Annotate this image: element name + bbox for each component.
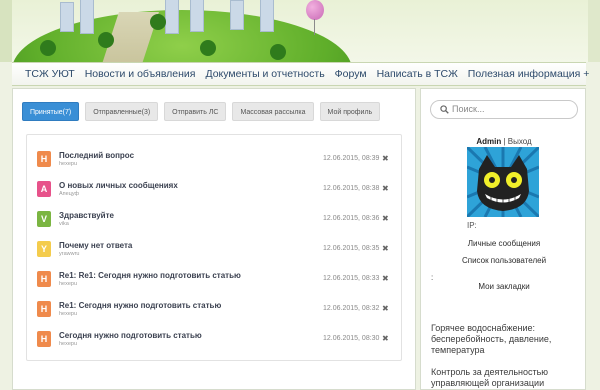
search-placeholder: Поиск... xyxy=(452,104,485,114)
sender-avatar: Н xyxy=(37,271,51,287)
nav-item-documents[interactable]: Документы и отчетность xyxy=(200,68,329,80)
banner-balloon-string xyxy=(314,19,315,35)
message-author: vika xyxy=(59,221,69,227)
message-author: Апецуф xyxy=(59,191,80,197)
banner-building xyxy=(60,2,74,32)
message-subject[interactable]: Re1: Re1: Сегодня нужно подготовить стат… xyxy=(59,271,241,280)
message-row[interactable]: Н Сегодня нужно подготовить статью hexep… xyxy=(37,331,393,351)
message-author: hexepu xyxy=(59,341,78,347)
header-banner xyxy=(0,0,600,62)
banner-balloon xyxy=(306,0,324,20)
tab-sent[interactable]: Отправленные(3) xyxy=(85,102,159,121)
message-subject[interactable]: Сегодня нужно подготовить статью xyxy=(59,331,202,340)
message-row[interactable]: Н Re1: Re1: Сегодня нужно подготовить ст… xyxy=(37,271,393,291)
sender-avatar: Н xyxy=(37,301,51,317)
sender-avatar: Н xyxy=(37,151,51,167)
nav-item-forum[interactable]: Форум xyxy=(330,68,372,80)
sender-avatar: А xyxy=(37,181,51,197)
message-date: 12.06.2015, 08:36 xyxy=(323,215,380,222)
delete-icon[interactable]: ✖ xyxy=(382,214,390,224)
colon-label: : xyxy=(431,273,434,282)
message-tabs: Принятые(7) Отправленные(3) Отправить ЛС… xyxy=(22,102,381,121)
message-subject[interactable]: Почему нет ответа xyxy=(59,241,132,250)
banner-tree xyxy=(150,14,166,30)
delete-icon[interactable]: ✖ xyxy=(382,244,390,254)
delete-icon[interactable]: ✖ xyxy=(382,274,390,284)
main-nav: ТСЖ УЮТ Новости и объявления Документы и… xyxy=(12,62,589,86)
user-avatar[interactable] xyxy=(467,147,539,217)
message-row[interactable]: Y Почему нет ответа yrawwru 12.06.2015, … xyxy=(37,241,393,261)
message-row[interactable]: Н Последний вопрос hexepu 12.06.2015, 08… xyxy=(37,151,393,171)
message-date: 12.06.2015, 08:32 xyxy=(323,305,380,312)
message-date: 12.06.2015, 08:35 xyxy=(323,245,380,252)
message-date: 12.06.2015, 08:38 xyxy=(323,185,380,192)
delete-icon[interactable]: ✖ xyxy=(382,334,390,344)
message-date: 12.06.2015, 08:30 xyxy=(323,335,380,342)
tab-my-profile[interactable]: Мой профиль xyxy=(319,102,381,121)
cat-avatar-image xyxy=(467,147,539,217)
message-row[interactable]: А О новых личных сообщениях Апецуф 12.06… xyxy=(37,181,393,201)
message-date: 12.06.2015, 08:39 xyxy=(323,155,380,162)
search-input[interactable]: Поиск... xyxy=(430,100,578,119)
message-subject[interactable]: Последний вопрос xyxy=(59,151,134,160)
tab-inbox[interactable]: Принятые(7) xyxy=(22,102,80,121)
sender-avatar: V xyxy=(37,211,51,227)
banner-building xyxy=(165,0,179,34)
nav-item-useful-info[interactable]: Полезная информация + xyxy=(463,68,595,80)
user-list-link[interactable]: Список пользователей xyxy=(421,256,587,265)
username[interactable]: Admin xyxy=(476,137,501,146)
nav-item-write[interactable]: Написать в ТСЖ xyxy=(372,68,463,80)
delete-icon[interactable]: ✖ xyxy=(382,154,390,164)
tab-send-message[interactable]: Отправить ЛС xyxy=(164,102,227,121)
sidebar: Поиск... Admin | Выход IP: Личные сообще… xyxy=(420,88,586,390)
message-author: yrawwru xyxy=(59,251,80,257)
banner-right-edge xyxy=(588,0,600,62)
banner-left-edge xyxy=(0,0,12,62)
message-list: Н Последний вопрос hexepu 12.06.2015, 08… xyxy=(26,134,402,361)
logout-link[interactable]: Выход xyxy=(508,137,532,146)
message-row[interactable]: V Здравствуйте vika 12.06.2015, 08:36 ✖ xyxy=(37,211,393,231)
message-author: hexepu xyxy=(59,311,78,317)
delete-icon[interactable]: ✖ xyxy=(382,304,390,314)
message-subject[interactable]: Здравствуйте xyxy=(59,211,114,220)
separator: | xyxy=(503,137,506,146)
message-date: 12.06.2015, 08:33 xyxy=(323,275,380,282)
messages-panel: Принятые(7) Отправленные(3) Отправить ЛС… xyxy=(12,88,416,390)
message-author: hexepu xyxy=(59,161,78,167)
nav-item-news[interactable]: Новости и объявления xyxy=(80,68,201,80)
banner-tree xyxy=(98,32,114,48)
delete-icon[interactable]: ✖ xyxy=(382,184,390,194)
tab-mass-mailing[interactable]: Массовая рассылка xyxy=(232,102,314,121)
message-subject[interactable]: О новых личных сообщениях xyxy=(59,181,178,190)
user-line: Admin | Выход xyxy=(421,137,587,146)
message-subject[interactable]: Re1: Сегодня нужно подготовить статью xyxy=(59,301,221,310)
banner-building xyxy=(260,0,274,32)
search-icon xyxy=(440,105,449,114)
nav-item-home[interactable]: ТСЖ УЮТ xyxy=(20,68,80,80)
sender-avatar: Y xyxy=(37,241,51,257)
banner-building xyxy=(80,0,94,34)
sender-avatar: Н xyxy=(37,331,51,347)
banner-tree xyxy=(40,40,56,56)
banner-building xyxy=(190,0,204,32)
personal-messages-link[interactable]: Личные сообщения xyxy=(421,239,587,248)
banner-tree xyxy=(270,44,286,60)
banner-building xyxy=(230,0,244,30)
hot-water-link[interactable]: Горячее водоснабжение: бесперебойность, … xyxy=(431,323,581,356)
message-author: hexepu xyxy=(59,281,78,287)
message-row[interactable]: Н Re1: Сегодня нужно подготовить статью … xyxy=(37,301,393,321)
management-control-link[interactable]: Контроль за деятельностью управляющей ор… xyxy=(431,367,581,389)
banner-tree xyxy=(200,40,216,56)
ip-label: IP: xyxy=(467,221,477,230)
bookmarks-link[interactable]: Мои закладки xyxy=(421,282,587,291)
